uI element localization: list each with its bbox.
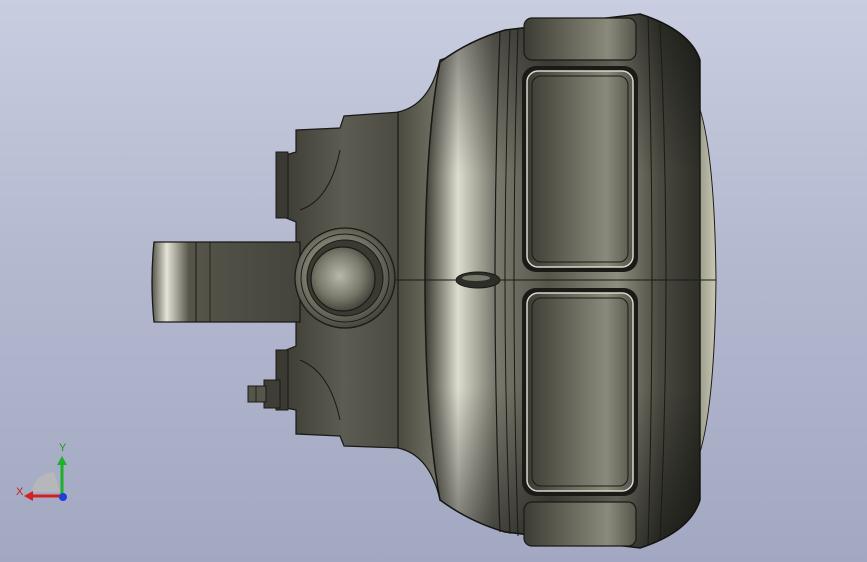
graphics-viewport[interactable]: X Y bbox=[0, 0, 867, 562]
top-recess bbox=[523, 17, 637, 61]
x-axis-arrow bbox=[24, 491, 33, 501]
mounting-arm bbox=[151, 241, 301, 323]
cad-model-headlamp[interactable] bbox=[0, 0, 867, 562]
rear-cap-top bbox=[275, 151, 289, 219]
z-axis-dot bbox=[59, 493, 67, 501]
y-axis-label: Y bbox=[59, 442, 67, 454]
connector-pin bbox=[247, 385, 267, 403]
pivot-bolt bbox=[310, 246, 376, 312]
coordinate-triad: X Y bbox=[10, 440, 80, 510]
bottom-recess bbox=[523, 501, 637, 547]
triad-plane bbox=[32, 472, 60, 492]
x-axis-label: X bbox=[16, 486, 24, 498]
y-axis-arrow bbox=[57, 456, 67, 465]
